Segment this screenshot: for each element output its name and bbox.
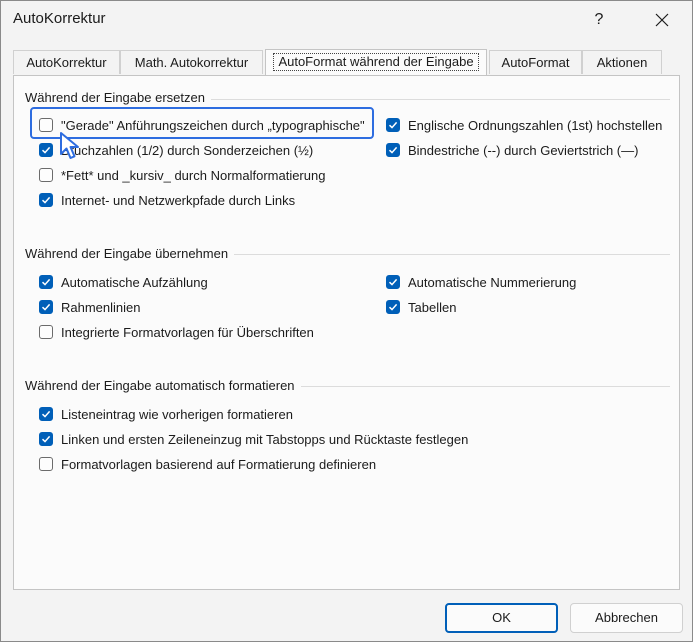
help-button[interactable]: ? bbox=[588, 8, 610, 32]
title-bar: AutoKorrektur ? bbox=[1, 1, 692, 39]
checkbox-label: Englische Ordnungszahlen (1st) hochstell… bbox=[408, 117, 663, 133]
ok-button[interactable]: OK bbox=[445, 603, 558, 633]
checkbox-label: Listeneintrag wie vorherigen formatieren bbox=[61, 406, 293, 422]
checkbox-box[interactable] bbox=[386, 300, 400, 314]
checkbox-label: Internet- und Netzwerkpfade durch Links bbox=[61, 192, 296, 208]
checkbox-box[interactable] bbox=[39, 457, 53, 471]
checkbox-label: "Gerade" Anführungszeichen durch „typogr… bbox=[61, 117, 365, 133]
checkbox-box[interactable] bbox=[39, 275, 53, 289]
checkbox-bold-italic[interactable]: *Fett* und _kursiv_ durch Normalformatie… bbox=[39, 165, 325, 185]
checkbox-straight-quotes[interactable]: "Gerade" Anführungszeichen durch „typogr… bbox=[39, 115, 365, 135]
checkbox-label: Bruchzahlen (1/2) durch Sonderzeichen (½… bbox=[61, 142, 314, 158]
checkmark-icon bbox=[41, 435, 51, 443]
checkmark-icon bbox=[41, 278, 51, 286]
autocorrect-dialog: AutoKorrektur ? AutoKorrektur Math. Auto… bbox=[0, 0, 693, 642]
group-title-replace: Während der Eingabe ersetzen bbox=[25, 90, 211, 105]
checkmark-icon bbox=[388, 121, 398, 129]
close-button[interactable] bbox=[647, 7, 677, 33]
checkbox-define-styles[interactable]: Formatvorlagen basierend auf Formatierun… bbox=[39, 454, 376, 474]
checkbox-heading-styles[interactable]: Integrierte Formatvorlagen für Überschri… bbox=[39, 322, 314, 342]
group-title-apply: Während der Eingabe übernehmen bbox=[25, 246, 235, 261]
group-title-auto-format: Während der Eingabe automatisch formatie… bbox=[25, 378, 301, 393]
checkmark-icon bbox=[388, 303, 398, 311]
tab-autokorrektur[interactable]: AutoKorrektur bbox=[13, 50, 120, 74]
checkbox-label: Automatische Aufzählung bbox=[61, 274, 208, 290]
checkbox-auto-numbering[interactable]: Automatische Nummerierung bbox=[386, 272, 576, 292]
checkbox-label: Integrierte Formatvorlagen für Überschri… bbox=[61, 324, 314, 340]
checkbox-box[interactable] bbox=[39, 118, 53, 132]
checkbox-label: *Fett* und _kursiv_ durch Normalformatie… bbox=[61, 167, 326, 183]
checkbox-border-lines[interactable]: Rahmenlinien bbox=[39, 297, 141, 317]
checkbox-label: Rahmenlinien bbox=[61, 299, 141, 315]
tab-aktionen[interactable]: Aktionen bbox=[582, 50, 662, 74]
checkbox-box[interactable] bbox=[39, 193, 53, 207]
checkbox-indent-tabs[interactable]: Linken und ersten Zeileneinzug mit Tabst… bbox=[39, 429, 468, 449]
checkbox-label: Linken und ersten Zeileneinzug mit Tabst… bbox=[61, 431, 469, 447]
checkbox-box[interactable] bbox=[39, 168, 53, 182]
close-icon bbox=[655, 13, 669, 27]
checkbox-box[interactable] bbox=[386, 118, 400, 132]
checkmark-icon bbox=[41, 410, 51, 418]
checkbox-auto-bullets[interactable]: Automatische Aufzählung bbox=[39, 272, 208, 292]
checkbox-label: Automatische Nummerierung bbox=[408, 274, 577, 290]
tab-label: AutoFormat während der Eingabe bbox=[273, 53, 479, 71]
checkbox-hyphens[interactable]: Bindestriche (--) durch Geviertstrich (—… bbox=[386, 140, 638, 160]
mouse-pointer-icon bbox=[60, 132, 79, 159]
checkbox-ordinals[interactable]: Englische Ordnungszahlen (1st) hochstell… bbox=[386, 115, 662, 135]
checkmark-icon bbox=[41, 303, 51, 311]
checkbox-box[interactable] bbox=[39, 325, 53, 339]
tab-autoformat[interactable]: AutoFormat bbox=[489, 50, 582, 74]
checkmark-icon bbox=[41, 146, 51, 154]
window-title: AutoKorrektur bbox=[13, 10, 106, 27]
checkbox-box[interactable] bbox=[39, 432, 53, 446]
checkbox-box[interactable] bbox=[39, 143, 53, 157]
checkbox-label: Formatvorlagen basierend auf Formatierun… bbox=[61, 456, 377, 472]
checkbox-label: Bindestriche (--) durch Geviertstrich (—… bbox=[408, 142, 639, 158]
checkmark-icon bbox=[388, 278, 398, 286]
checkbox-list-format[interactable]: Listeneintrag wie vorherigen formatieren bbox=[39, 404, 293, 424]
checkbox-box[interactable] bbox=[386, 143, 400, 157]
tab-autoformat-waehrend-eingabe[interactable]: AutoFormat während der Eingabe bbox=[265, 49, 487, 75]
checkbox-internet-paths[interactable]: Internet- und Netzwerkpfade durch Links bbox=[39, 190, 295, 210]
checkmark-icon bbox=[41, 196, 51, 204]
checkbox-label: Tabellen bbox=[408, 299, 457, 315]
checkmark-icon bbox=[388, 146, 398, 154]
checkbox-tables[interactable]: Tabellen bbox=[386, 297, 456, 317]
tab-math-autokorrektur[interactable]: Math. Autokorrektur bbox=[120, 50, 263, 74]
cancel-button[interactable]: Abbrechen bbox=[570, 603, 683, 633]
checkbox-box[interactable] bbox=[386, 275, 400, 289]
checkbox-box[interactable] bbox=[39, 407, 53, 421]
checkbox-box[interactable] bbox=[39, 300, 53, 314]
